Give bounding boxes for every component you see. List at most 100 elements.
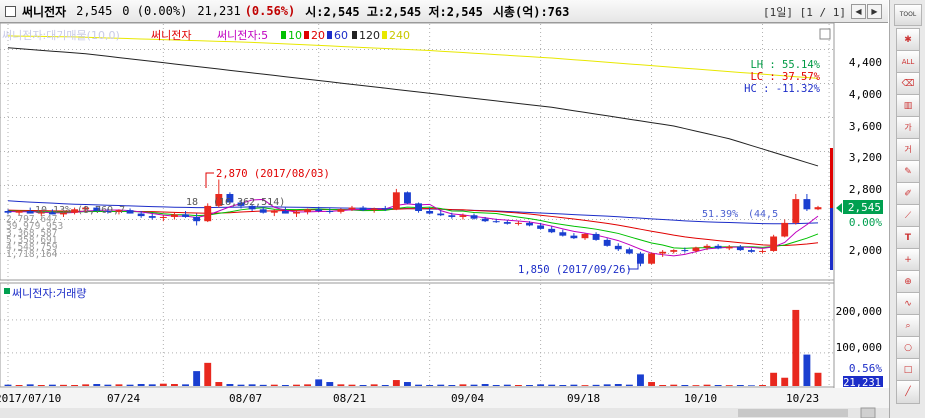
candle-body (392, 192, 400, 210)
candle-body (759, 250, 766, 252)
candle-body (126, 210, 134, 214)
candle-body (592, 233, 600, 240)
candle-body (614, 245, 622, 250)
trend-line-icon[interactable]: ⟋ (896, 204, 920, 228)
candle-body (170, 214, 178, 217)
current-price-arrow-icon (836, 203, 842, 213)
gear-icon[interactable]: ✱ (896, 28, 920, 52)
magnify-icon[interactable]: ⌕ (896, 314, 920, 338)
volume-bar (326, 382, 334, 386)
stat-lh: LH : 55.14% (750, 59, 820, 71)
volume-bar (281, 385, 289, 386)
date-label: 2017/07/10 (0, 392, 61, 405)
candle-body (625, 249, 633, 254)
crosshair-icon[interactable]: + (896, 248, 920, 272)
candle-body (381, 208, 389, 210)
volume-bar (570, 384, 578, 386)
volume-bar (492, 385, 500, 386)
volume-bar (648, 382, 656, 386)
volume-bar (637, 374, 644, 386)
stock-chart[interactable]: 써니전자:대기매물(10,0) 써니전자 써니전자:5 10 20 60 120… (0, 0, 889, 418)
rectangle-icon[interactable]: □ (896, 358, 920, 382)
overlay-left2: (16,362,514) (213, 197, 285, 208)
all-icon[interactable]: ALL (896, 50, 920, 74)
volume-panel (0, 282, 835, 388)
volume-bar (4, 384, 12, 386)
candle-body (736, 246, 744, 251)
candle-body (570, 235, 578, 239)
volume-bar (670, 384, 678, 386)
candle-body (415, 203, 422, 211)
legend-close-icon[interactable] (819, 28, 831, 40)
volume-bar (559, 385, 567, 386)
tool-menu-button[interactable]: TOOL (894, 4, 922, 26)
volume-bar (93, 384, 101, 386)
price-tick: 4,000 (849, 88, 882, 101)
volume-bar (270, 384, 278, 386)
volume-bar (481, 384, 489, 386)
candle-body (792, 199, 800, 223)
text-tool-icon[interactable]: T (896, 226, 920, 250)
volume-bar (26, 384, 34, 386)
overlay-left4: (8,769,7 (77, 205, 125, 216)
date-label: 08/07 (229, 392, 262, 405)
candle-body (404, 192, 411, 204)
volume-tag-text: 21,231 (843, 377, 881, 389)
current-price-tag-text: 2,545 (848, 201, 881, 214)
candle-body (459, 215, 467, 217)
circle-icon[interactable]: ○ (896, 336, 920, 360)
candle-body (548, 228, 556, 233)
legend-ma240-swatch (382, 31, 387, 39)
volume-icon[interactable]: 거 (896, 138, 920, 162)
volume-bar (426, 385, 434, 386)
candle-body (481, 218, 489, 222)
zoom-fit-icon[interactable]: ⊕ (896, 270, 920, 294)
volume-bar (526, 385, 533, 386)
pen-icon[interactable]: ✐ (896, 182, 920, 206)
candle-body (348, 207, 356, 210)
eraser-icon[interactable]: ⌫ (896, 72, 920, 96)
legend-ma10[interactable]: 10 (288, 29, 302, 42)
volume-bar (459, 384, 467, 386)
volume-bar (381, 385, 389, 386)
volume-bar (348, 384, 356, 386)
scroll-zoom-icon[interactable] (860, 407, 876, 418)
bar-chart-icon[interactable]: ▥ (896, 94, 920, 118)
volume-bar (359, 385, 367, 386)
volume-bar (747, 385, 755, 386)
volume-panel-title[interactable]: 써니전자:거래량 (12, 287, 87, 300)
candle-body (703, 245, 711, 248)
legend-ma240[interactable]: 240 (389, 29, 410, 42)
volume-bar (237, 384, 245, 386)
volume-bar (681, 385, 689, 386)
candle-body (182, 214, 189, 217)
volume-bar (182, 384, 189, 386)
legend-ma120[interactable]: 120 (359, 29, 380, 42)
volume-bar (15, 385, 23, 386)
legend-ma60-swatch (327, 31, 332, 39)
volume-bar (581, 385, 589, 386)
volume-bar (625, 384, 633, 386)
volume-bar (159, 383, 167, 386)
scrollbar-thumb[interactable] (738, 409, 848, 417)
price-icon[interactable]: 가 (896, 116, 920, 140)
candle-body (692, 247, 700, 251)
high-annotation: 2,870 (2017/08/03) (216, 168, 330, 180)
wave-icon[interactable]: ∿ (896, 292, 920, 316)
volume-bar (115, 384, 123, 386)
line-icon[interactable]: ╱ (896, 380, 920, 404)
legend-stock[interactable]: 써니전자 (151, 29, 191, 42)
tool-label: TOOL (899, 11, 917, 18)
volume-bar (226, 384, 234, 386)
legend-ma20[interactable]: 20 (311, 29, 325, 42)
volume-bar (548, 384, 556, 386)
candle-body (781, 222, 789, 237)
legend-ma60[interactable]: 60 (334, 29, 348, 42)
legend-ma5[interactable]: 써니전자:5 (217, 29, 268, 42)
volume-bar (404, 382, 411, 386)
pencil-icon[interactable]: ✎ (896, 160, 920, 184)
volume-bar (71, 385, 79, 386)
volume-bar (48, 384, 56, 386)
volume-bar (415, 384, 422, 386)
volume-bar (315, 379, 323, 386)
